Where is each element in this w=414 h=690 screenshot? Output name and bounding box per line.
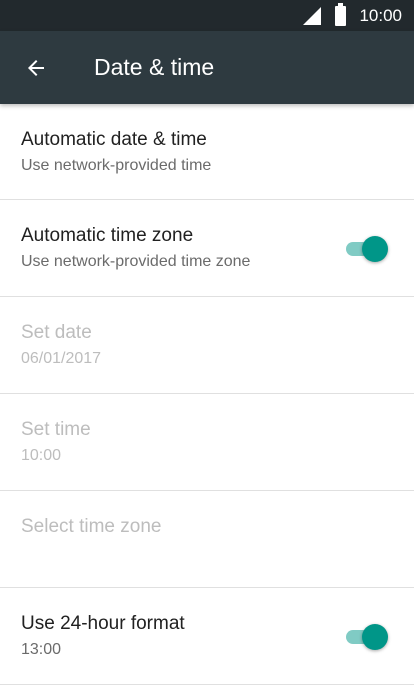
cell-signal-icon	[303, 6, 322, 25]
use-24-hour-format-switch[interactable]	[346, 624, 388, 650]
setting-title: Automatic date & time	[21, 129, 207, 150]
setting-set-date: Set date 06/01/2017	[0, 297, 414, 394]
setting-title: Select time zone	[21, 516, 162, 537]
setting-title: Set time	[21, 419, 91, 440]
back-button[interactable]	[0, 31, 72, 104]
automatic-time-zone-switch[interactable]	[346, 236, 388, 262]
battery-icon	[335, 2, 347, 26]
switch-thumb	[362, 624, 388, 650]
setting-automatic-time-zone[interactable]: Automatic time zone Use network-provided…	[0, 200, 414, 297]
setting-automatic-date-time[interactable]: Automatic date & time Use network-provid…	[0, 104, 414, 200]
setting-set-time: Set time 10:00	[0, 394, 414, 491]
setting-summary: Use network-provided time	[21, 157, 212, 174]
setting-use-24-hour-format[interactable]: Use 24-hour format 13:00	[0, 588, 414, 685]
setting-summary: 06/01/2017	[21, 350, 102, 367]
switch-thumb	[362, 236, 388, 262]
setting-select-time-zone: Select time zone	[0, 491, 414, 588]
status-clock: 10:00	[359, 5, 402, 25]
app-bar: Date & time	[0, 31, 414, 104]
status-bar: 10:00	[0, 0, 414, 31]
page-title: Date & time	[94, 54, 215, 80]
arrow-back-icon	[28, 59, 44, 76]
settings-list: Automatic date & time Use network-provid…	[0, 104, 414, 685]
setting-title: Set date	[21, 322, 92, 343]
setting-summary: 10:00	[21, 447, 62, 464]
